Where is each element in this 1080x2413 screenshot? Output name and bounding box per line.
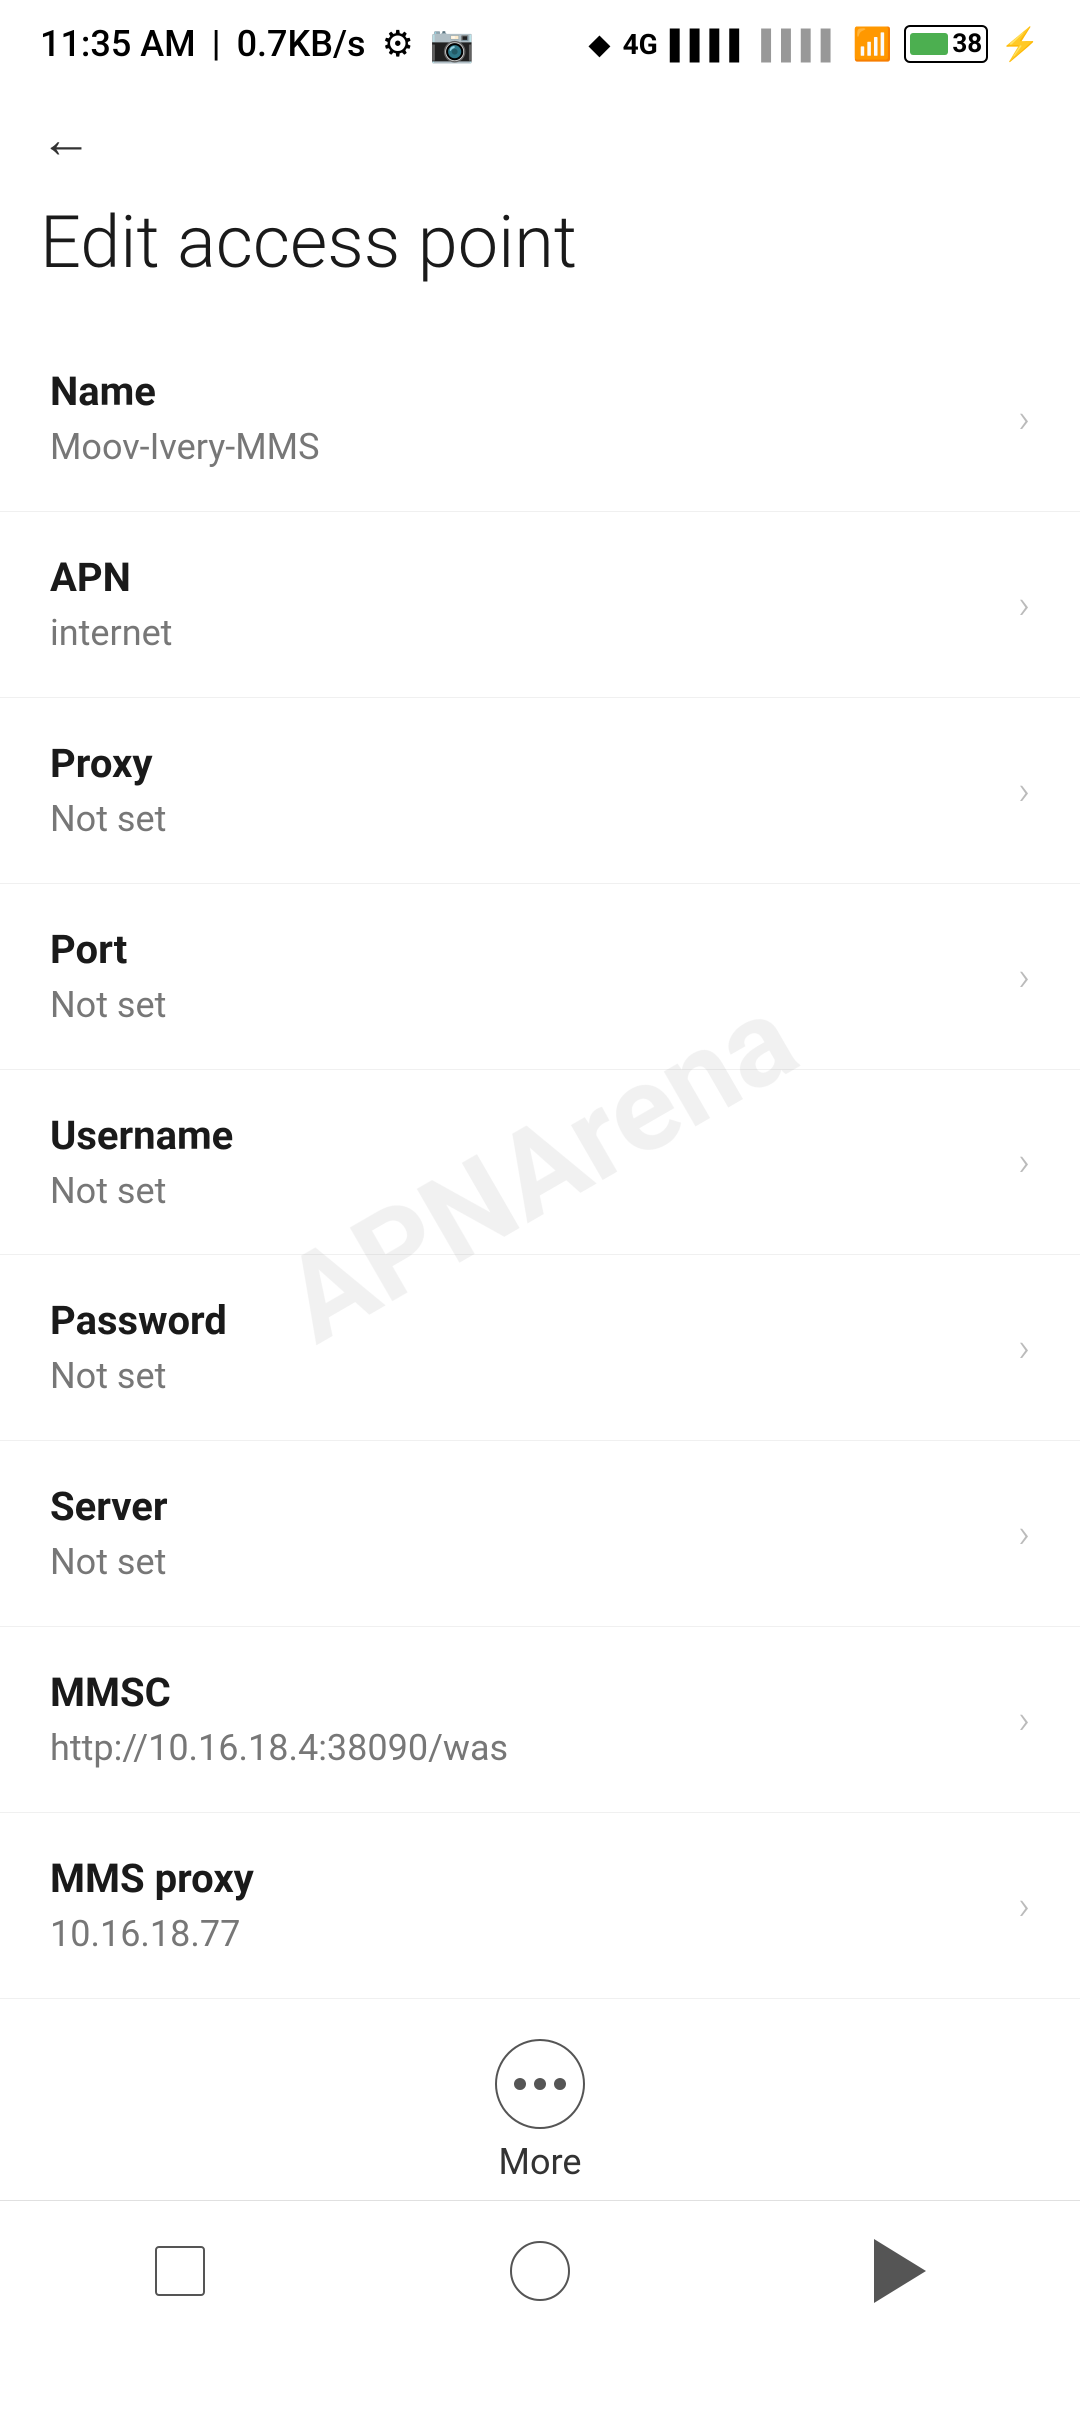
speed-display: | [212, 23, 221, 65]
triangle-icon [874, 2239, 926, 2303]
chevron-right-icon: › [1018, 767, 1030, 814]
settings-item-label: MMS proxy [50, 1853, 998, 1905]
battery-icon: 38 [904, 25, 988, 63]
settings-item-username[interactable]: Username Not set › [0, 1070, 1080, 1256]
settings-item-label: Proxy [50, 738, 998, 790]
settings-item-value: 10.16.18.77 [50, 1911, 998, 1958]
settings-item-value: Not set [50, 1168, 998, 1215]
settings-item-mms-proxy[interactable]: MMS proxy 10.16.18.77 › [0, 1813, 1080, 1999]
back-button[interactable]: ← [40, 114, 92, 166]
chevron-right-icon: › [1018, 395, 1030, 442]
chevron-right-icon: › [1018, 1696, 1030, 1743]
settings-item-apn[interactable]: APN internet › [0, 512, 1080, 698]
settings-item-label: APN [50, 552, 998, 604]
settings-item-content: MMS proxy 10.16.18.77 [50, 1853, 998, 1958]
settings-item-value: internet [50, 610, 998, 657]
settings-icon: ⚙ [382, 23, 414, 65]
settings-item-value: Not set [50, 1353, 998, 1400]
nav-home-button[interactable] [490, 2221, 590, 2321]
nav-back-button[interactable] [850, 2221, 950, 2321]
more-section: More [0, 1999, 1080, 2213]
chevron-right-icon: › [1018, 581, 1030, 628]
nav-square-button[interactable] [130, 2221, 230, 2321]
chevron-right-icon: › [1018, 953, 1030, 1000]
settings-item-content: Port Not set [50, 924, 998, 1029]
bluetooth-icon: ⬥ [588, 25, 610, 64]
charging-icon: ⚡ [1000, 25, 1040, 63]
settings-item-label: Port [50, 924, 998, 976]
page-title: Edit access point [0, 180, 1080, 326]
settings-item-value: http://10.16.18.4:38090/was [50, 1725, 998, 1772]
chevron-right-icon: › [1018, 1138, 1030, 1185]
signal-bars2-icon: ▌▌▌▌ [761, 28, 840, 61]
settings-item-content: Name Moov-Ivery-MMS [50, 366, 998, 471]
settings-list: Name Moov-Ivery-MMS › APN internet › Pro… [0, 326, 1080, 1998]
settings-item-mmsc[interactable]: MMSC http://10.16.18.4:38090/was › [0, 1627, 1080, 1813]
square-icon [155, 2246, 205, 2296]
signal-4g-icon: 4G [623, 28, 658, 61]
top-bar: ← [0, 80, 1080, 180]
chevron-right-icon: › [1018, 1882, 1030, 1929]
settings-item-label: MMSC [50, 1667, 998, 1719]
settings-item-label: Username [50, 1110, 998, 1162]
status-bar: 11:35 AM | 0.7KB/s ⚙ 📷 ⬥ 4G ▌▌▌▌ ▌▌▌▌ 📶 … [0, 0, 1080, 80]
settings-item-password[interactable]: Password Not set › [0, 1255, 1080, 1441]
more-label: More [499, 2141, 582, 2183]
settings-item-content: MMSC http://10.16.18.4:38090/was [50, 1667, 998, 1772]
status-left: 11:35 AM | 0.7KB/s ⚙ 📷 [40, 23, 475, 65]
network-speed: 0.7KB/s [237, 23, 366, 65]
nav-bar [0, 2200, 1080, 2340]
more-button[interactable] [495, 2039, 585, 2129]
signal-bars-icon: ▌▌▌▌ [670, 28, 749, 61]
settings-item-port[interactable]: Port Not set › [0, 884, 1080, 1070]
circle-icon [510, 2241, 570, 2301]
chevron-right-icon: › [1018, 1510, 1030, 1557]
settings-item-content: Username Not set [50, 1110, 998, 1215]
settings-item-server[interactable]: Server Not set › [0, 1441, 1080, 1627]
chevron-right-icon: › [1018, 1324, 1030, 1371]
settings-item-value: Not set [50, 982, 998, 1029]
settings-item-content: APN internet [50, 552, 998, 657]
more-dots-icon [514, 2078, 566, 2090]
video-icon: 📷 [430, 23, 475, 65]
settings-item-name[interactable]: Name Moov-Ivery-MMS › [0, 326, 1080, 512]
settings-item-label: Password [50, 1295, 998, 1347]
settings-item-content: Proxy Not set [50, 738, 998, 843]
settings-item-value: Moov-Ivery-MMS [50, 424, 998, 471]
settings-item-value: Not set [50, 1539, 998, 1586]
settings-item-content: Server Not set [50, 1481, 998, 1586]
status-right: ⬥ 4G ▌▌▌▌ ▌▌▌▌ 📶 38 ⚡ [588, 25, 1040, 64]
settings-item-content: Password Not set [50, 1295, 998, 1400]
settings-item-value: Not set [50, 796, 998, 843]
settings-item-label: Name [50, 366, 998, 418]
wifi-icon: 📶 [852, 25, 892, 63]
settings-item-proxy[interactable]: Proxy Not set › [0, 698, 1080, 884]
settings-item-label: Server [50, 1481, 998, 1533]
time-display: 11:35 AM [40, 23, 196, 65]
